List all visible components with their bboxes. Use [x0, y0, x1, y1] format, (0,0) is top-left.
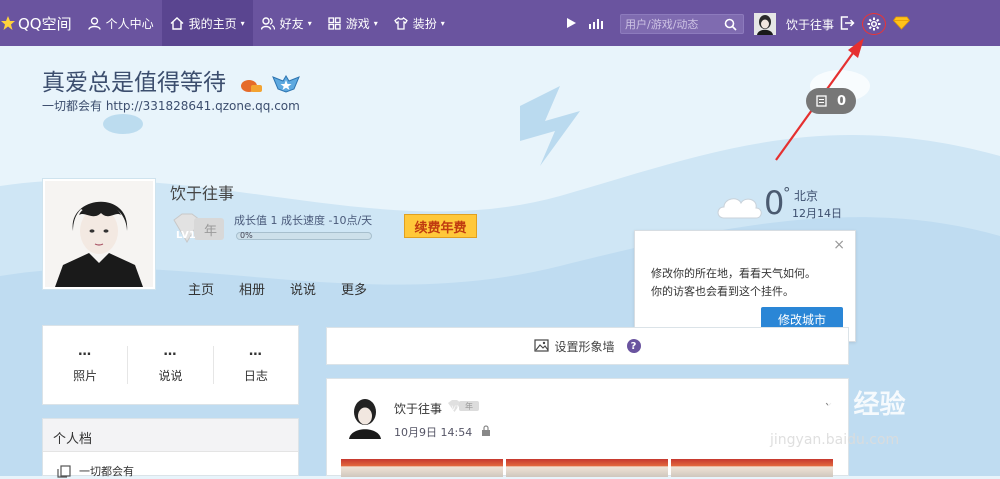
post-photo[interactable] — [506, 459, 668, 477]
page-title: 真爱总是值得等待 — [42, 63, 301, 97]
chevron-down-icon: ▾ — [440, 18, 445, 28]
home-icon — [170, 16, 184, 30]
tab-more[interactable]: 更多 — [341, 279, 367, 298]
grid-icon — [328, 16, 341, 30]
image-icon — [534, 339, 550, 352]
tab-home[interactable]: 主页 — [188, 279, 214, 298]
progress-label: 0% — [240, 231, 253, 240]
stat-label: 说说 — [158, 368, 183, 383]
profile-row-text: 一切都会有 — [79, 465, 134, 478]
qzone-logo[interactable]: QQ空间 — [0, 0, 80, 46]
top-username[interactable]: 饮于往事 — [786, 16, 834, 33]
search-input[interactable] — [625, 17, 721, 31]
chevron-down-icon: ▾ — [240, 18, 245, 28]
vip-wings-icon — [271, 74, 300, 93]
tab-album[interactable]: 相册 — [239, 279, 265, 298]
stat-label: 日志 — [243, 368, 268, 383]
weather-date: 12月14日 — [792, 207, 842, 220]
visitor-count: 0 — [836, 93, 846, 109]
diamond-icon[interactable] — [893, 16, 910, 30]
shirt-icon — [393, 16, 408, 30]
avatar-portrait-icon — [754, 13, 776, 35]
stat-blog[interactable]: … 日志 — [214, 343, 298, 384]
degree-sign: ° — [783, 184, 791, 202]
stat-count: … — [78, 343, 93, 359]
document-icon — [816, 95, 827, 107]
post-level-year: 年 — [465, 401, 473, 411]
settings-button[interactable] — [862, 13, 886, 35]
page-subtitle[interactable]: 一切都会有 http://331828641.qzone.qq.com — [42, 97, 300, 114]
stat-count: … — [163, 343, 178, 359]
profile-name[interactable]: 饮于往事 — [170, 180, 234, 204]
stats-panel: … 照片 … 说说 … 日志 — [42, 325, 299, 405]
post-avatar[interactable] — [345, 395, 385, 439]
panel-header: 个人档 — [43, 419, 298, 452]
search-icon[interactable] — [724, 18, 737, 31]
chevron-down-icon: ▾ — [307, 18, 312, 28]
stat-photos[interactable]: … 照片 — [43, 343, 129, 384]
close-icon[interactable]: × — [833, 237, 845, 253]
nav-friends[interactable]: 好友 ▾ — [253, 0, 320, 46]
baidu-watermark: Bai du 经验 — [752, 390, 906, 420]
temp-value: 0 — [764, 184, 785, 222]
title-text: 真爱总是值得等待 — [42, 70, 226, 96]
profile-tabs: 主页 相册 说说 更多 — [188, 279, 367, 298]
help-icon[interactable]: ? — [626, 339, 641, 353]
equalizer-icon[interactable] — [588, 17, 604, 29]
growth-progress-bar — [236, 232, 372, 240]
qzone-star-icon — [1, 16, 15, 30]
wall-label: 设置形象墙 — [554, 339, 615, 354]
level-diamond-icon: LV1 年 — [173, 213, 224, 243]
level-badge[interactable]: LV1 年 — [170, 212, 226, 247]
post-author[interactable]: 饮于往事 — [394, 400, 442, 417]
weather-tip-popup: × 修改你的所在地，看看天气如何。 你的访客也会看到这个挂件。 修改城市 — [634, 230, 856, 342]
post-photos[interactable] — [341, 459, 833, 477]
gear-icon — [867, 17, 881, 31]
nav-label: 好友 — [279, 16, 304, 31]
level-badge-text: LV1 — [176, 230, 196, 241]
post-level-text: LV1 — [449, 405, 460, 412]
stat-shuoshuo[interactable]: … 说说 — [128, 343, 214, 384]
post-photo[interactable] — [671, 459, 833, 477]
person-icon — [87, 16, 101, 30]
visitor-count-badge[interactable]: 0 — [806, 88, 856, 114]
nav-games[interactable]: 游戏 ▾ — [320, 0, 386, 46]
profile-avatar[interactable] — [42, 178, 156, 290]
weather-city[interactable]: 北京 — [794, 187, 818, 204]
lock-icon — [482, 425, 490, 436]
tip-text-1: 修改你的所在地，看看天气如何。 — [651, 267, 816, 280]
friends-icon — [260, 16, 275, 30]
lv-badge-icon — [241, 79, 263, 92]
nav-label: 装扮 — [412, 16, 437, 31]
profile-row: 一切都会有 — [57, 463, 134, 479]
stat-count: … — [248, 343, 263, 359]
tip-text-2: 你的访客也会看到这个挂件。 — [651, 285, 794, 298]
play-icon[interactable] — [564, 16, 578, 30]
profile-portrait-icon — [45, 181, 153, 287]
search-box — [620, 14, 744, 34]
logout-icon[interactable] — [840, 16, 855, 30]
nav-dressup[interactable]: 装扮 ▾ — [386, 0, 453, 46]
cloud-icon — [717, 198, 762, 219]
tab-shuoshuo[interactable]: 说说 — [290, 279, 316, 298]
baidu-watermark-url: jingyan.baidu.com — [770, 432, 900, 448]
nav-label: 个人中心 — [105, 16, 154, 31]
post-timestamp[interactable]: 10月9日 14:54 — [394, 424, 472, 440]
level-year-text: 年 — [204, 224, 217, 239]
nav-my-homepage[interactable]: 我的主页 ▾ — [161, 0, 253, 46]
renew-button[interactable]: 续费年费 — [404, 214, 477, 238]
chevron-down-icon: ▾ — [373, 18, 378, 28]
logo-text: QQ空间 — [18, 14, 72, 33]
nav-personal-center[interactable]: 个人中心 — [80, 0, 162, 46]
nav-label: 游戏 — [345, 16, 370, 31]
growth-info[interactable]: 成长值 1 成长速度 -10点/天 — [234, 212, 372, 228]
post-photo[interactable] — [341, 459, 503, 477]
nav-label: 我的主页 — [188, 16, 237, 31]
profile-info-panel: 个人档 一切都会有 — [42, 418, 299, 479]
post-level-icon: LV1 年 — [448, 400, 479, 412]
weather-temperature[interactable]: 0 — [764, 184, 784, 222]
image-wall-bar[interactable]: 设置形象墙 ? — [326, 327, 849, 365]
avatar[interactable] — [754, 13, 776, 35]
stat-label: 照片 — [73, 368, 98, 383]
